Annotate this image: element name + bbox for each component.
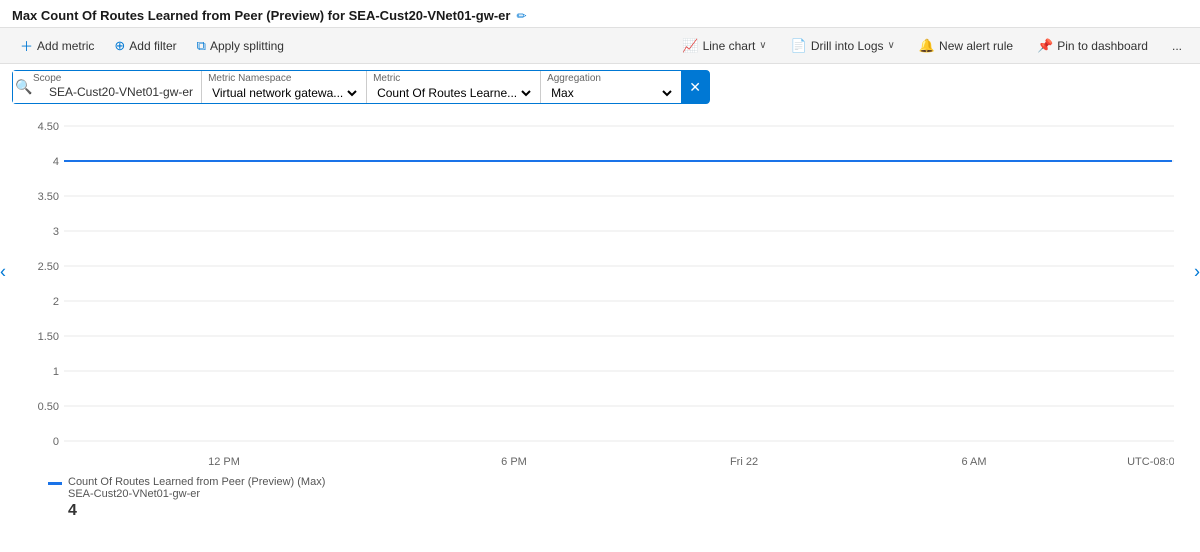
legend-item: Count Of Routes Learned from Peer (Previ… xyxy=(48,476,1152,500)
svg-text:6 PM: 6 PM xyxy=(501,456,527,468)
svg-text:3: 3 xyxy=(53,226,59,238)
toolbar-right: 📈 Line chart ∨ 📄 Drill into Logs ∨ 🔔 New… xyxy=(676,34,1188,58)
line-chart-chevron: ∨ xyxy=(759,40,766,51)
alert-rule-label: New alert rule xyxy=(939,39,1013,53)
svg-text:4.50: 4.50 xyxy=(38,121,59,133)
add-filter-label: Add filter xyxy=(129,39,176,53)
legend-value: 4 xyxy=(48,502,1152,520)
add-metric-label: Add metric xyxy=(37,39,94,53)
drill-into-logs-button[interactable]: 📄 Drill into Logs ∨ xyxy=(785,34,901,58)
metric-section: Metric Count Of Routes Learne... xyxy=(367,71,541,103)
drill-logs-chevron: ∨ xyxy=(888,40,895,51)
add-filter-icon: ⊕ xyxy=(114,38,125,54)
pin-label: Pin to dashboard xyxy=(1057,39,1148,53)
chart-nav-right[interactable]: › xyxy=(1194,262,1200,283)
namespace-select[interactable]: Virtual network gatewa... xyxy=(208,85,360,101)
svg-text:0: 0 xyxy=(53,436,59,448)
add-metric-icon: ＋ xyxy=(20,36,33,55)
page-header: Max Count Of Routes Learned from Peer (P… xyxy=(0,0,1200,27)
add-filter-button[interactable]: ⊕ Add filter xyxy=(106,34,184,58)
pin-icon: 📌 xyxy=(1037,38,1053,54)
line-chart-label: Line chart xyxy=(703,39,756,53)
svg-text:UTC-08:00: UTC-08:00 xyxy=(1127,456,1174,468)
more-options-button[interactable]: ... xyxy=(1166,35,1188,57)
new-alert-rule-button[interactable]: 🔔 New alert rule xyxy=(913,34,1019,58)
svg-text:2.50: 2.50 xyxy=(38,261,59,273)
svg-text:3.50: 3.50 xyxy=(38,191,59,203)
alert-rule-icon: 🔔 xyxy=(919,38,935,54)
legend-color-bar xyxy=(48,482,62,485)
chart-svg: 4.50 4 3.50 3 2.50 2 1.50 1 0.50 0 12 PM… xyxy=(24,110,1174,470)
toolbar-left: ＋ Add metric ⊕ Add filter ⧉ Apply splitt… xyxy=(12,32,292,59)
svg-text:1: 1 xyxy=(53,366,59,378)
metric-select[interactable]: Count Of Routes Learne... xyxy=(373,85,534,101)
aggregation-select[interactable]: Max Min Avg Count Sum xyxy=(547,85,675,101)
line-chart-button[interactable]: 📈 Line chart ∨ xyxy=(676,34,772,58)
svg-text:0.50: 0.50 xyxy=(38,401,59,413)
chart-wrapper: ‹ › 4.50 4 3.50 3 2.50 2 1.50 xyxy=(0,110,1200,470)
pin-to-dashboard-button[interactable]: 📌 Pin to dashboard xyxy=(1031,34,1154,58)
svg-text:1.50: 1.50 xyxy=(38,331,59,343)
page-title: Max Count Of Routes Learned from Peer (P… xyxy=(12,8,510,23)
toolbar: ＋ Add metric ⊕ Add filter ⧉ Apply splitt… xyxy=(0,27,1200,64)
svg-text:6 AM: 6 AM xyxy=(961,456,986,468)
legend-scope: SEA-Cust20-VNet01-gw-er xyxy=(68,488,325,500)
legend-label: Count Of Routes Learned from Peer (Previ… xyxy=(68,476,325,488)
svg-text:12 PM: 12 PM xyxy=(208,456,240,468)
drill-logs-label: Drill into Logs xyxy=(811,39,884,53)
scope-label: Scope xyxy=(33,73,193,85)
apply-splitting-label: Apply splitting xyxy=(210,39,284,53)
metric-label: Metric xyxy=(373,73,534,85)
legend-area: Count Of Routes Learned from Peer (Previ… xyxy=(0,470,1200,526)
apply-splitting-icon: ⧉ xyxy=(197,38,206,54)
aggregation-label: Aggregation xyxy=(547,73,675,85)
apply-splitting-button[interactable]: ⧉ Apply splitting xyxy=(189,34,292,58)
chart-area: 4.50 4 3.50 3 2.50 2 1.50 1 0.50 0 12 PM… xyxy=(24,110,1176,470)
more-options-label: ... xyxy=(1172,39,1182,53)
scope-section: 🔍 Scope SEA-Cust20-VNet01-gw-er xyxy=(13,71,202,103)
filter-row: 🔍 Scope SEA-Cust20-VNet01-gw-er Metric N… xyxy=(0,64,1200,110)
aggregation-section: Aggregation Max Min Avg Count Sum xyxy=(541,71,681,103)
filter-close-button[interactable]: ✕ xyxy=(681,71,709,103)
legend-text-group: Count Of Routes Learned from Peer (Previ… xyxy=(68,476,325,500)
scope-value[interactable]: SEA-Cust20-VNet01-gw-er xyxy=(33,85,193,99)
line-chart-icon: 📈 xyxy=(682,38,698,54)
scope-icon: 🔍 xyxy=(15,79,32,96)
add-metric-button[interactable]: ＋ Add metric xyxy=(12,32,102,59)
namespace-label: Metric Namespace xyxy=(208,73,360,85)
svg-text:2: 2 xyxy=(53,296,59,308)
chart-nav-left[interactable]: ‹ xyxy=(0,262,6,283)
filter-group: 🔍 Scope SEA-Cust20-VNet01-gw-er Metric N… xyxy=(12,70,710,104)
edit-icon[interactable]: ✏ xyxy=(516,9,526,23)
svg-text:Fri 22: Fri 22 xyxy=(730,456,758,468)
drill-logs-icon: 📄 xyxy=(791,38,807,54)
svg-text:4: 4 xyxy=(53,156,59,168)
namespace-section: Metric Namespace Virtual network gatewa.… xyxy=(202,71,367,103)
